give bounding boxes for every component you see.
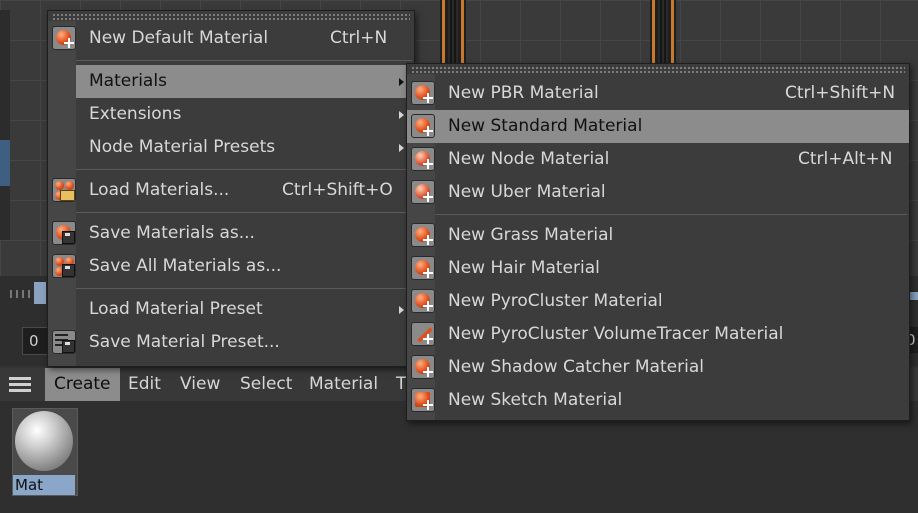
- create-menu: New Default Material Ctrl+N Materials Ex…: [47, 10, 415, 367]
- menu-item-load-materials[interactable]: Load Materials... Ctrl+Shift+O: [48, 174, 414, 207]
- menu-item-label: New Shadow Catcher Material: [448, 357, 704, 377]
- submenu-arrow-icon: [399, 78, 404, 86]
- menu-edit[interactable]: Edit: [119, 368, 170, 401]
- sketch-material-icon: [411, 388, 435, 412]
- submenu-arrow-icon: [399, 144, 404, 152]
- menu-item-label: Save Material Preset...: [89, 332, 280, 352]
- menu-item-label: Node Material Presets: [89, 137, 276, 157]
- left-toolbar: [0, 10, 10, 240]
- menu-separator: [50, 169, 412, 170]
- material-name-label: Mat: [13, 475, 75, 495]
- submenu-arrow-icon: [399, 306, 404, 314]
- menu-item-label: Load Material Preset: [89, 299, 263, 319]
- menu-item-new-grass-material[interactable]: New Grass Material: [407, 219, 909, 252]
- material-preview-sphere: [15, 411, 73, 471]
- uber-material-icon: [411, 180, 435, 204]
- menu-item-node-material-presets[interactable]: Node Material Presets: [48, 131, 414, 164]
- menu-material[interactable]: Material: [300, 368, 387, 401]
- menu-create[interactable]: Create: [45, 368, 120, 401]
- menu-item-save-all-materials-as[interactable]: Save All Materials as...: [48, 250, 414, 283]
- materials-submenu: New PBR Material Ctrl+Shift+N New Standa…: [406, 63, 910, 421]
- save-material-icon: [52, 221, 76, 245]
- menu-tearoff-grip[interactable]: [52, 13, 410, 21]
- menu-view[interactable]: View: [171, 368, 229, 401]
- standard-material-icon: [411, 114, 435, 138]
- menu-item-shortcut: Ctrl+Shift+O: [282, 180, 393, 200]
- menu-item-new-sketch-material[interactable]: New Sketch Material: [407, 384, 909, 417]
- hair-material-icon: [411, 256, 435, 280]
- menu-item-label: New Grass Material: [448, 225, 614, 245]
- menu-item-new-pyrocluster-volumetracer-material[interactable]: New PyroCluster VolumeTracer Material: [407, 318, 909, 351]
- menu-item-materials[interactable]: Materials: [76, 65, 414, 98]
- menu-item-extensions[interactable]: Extensions: [48, 98, 414, 131]
- menu-item-label: Save Materials as...: [89, 223, 255, 243]
- menu-item-label: New PBR Material: [448, 83, 599, 103]
- menu-item-save-materials-as[interactable]: Save Materials as...: [48, 217, 414, 250]
- menu-item-new-node-material[interactable]: New Node Material Ctrl+Alt+N: [407, 143, 909, 176]
- new-material-icon: [52, 26, 76, 50]
- node-material-icon: [411, 147, 435, 171]
- menu-separator: [50, 60, 412, 61]
- model-leg-left: [440, 0, 466, 68]
- menu-item-label: Save All Materials as...: [89, 256, 282, 276]
- menu-item-new-standard-material[interactable]: New Standard Material: [407, 110, 909, 143]
- menu-item-label: New Default Material: [89, 28, 269, 48]
- menu-item-load-material-preset[interactable]: Load Material Preset: [48, 293, 414, 326]
- menu-item-new-hair-material[interactable]: New Hair Material: [407, 252, 909, 285]
- volumetracer-material-icon: [411, 322, 435, 346]
- menu-item-new-pyrocluster-material[interactable]: New PyroCluster Material: [407, 285, 909, 318]
- menu-item-label: New PyroCluster VolumeTracer Material: [448, 324, 784, 344]
- pyrocluster-material-icon: [411, 289, 435, 313]
- menu-select[interactable]: Select: [231, 368, 301, 401]
- shadow-catcher-material-icon: [411, 355, 435, 379]
- menu-item-label: New Uber Material: [448, 182, 606, 202]
- grass-material-icon: [411, 223, 435, 247]
- hamburger-menu-icon[interactable]: [9, 375, 31, 395]
- menu-item-new-pbr-material[interactable]: New PBR Material Ctrl+Shift+N: [407, 77, 909, 110]
- menu-item-label: New Hair Material: [448, 258, 600, 278]
- menu-item-label: New Node Material: [448, 149, 610, 169]
- menu-item-save-material-preset[interactable]: Save Material Preset...: [48, 326, 414, 359]
- menu-tearoff-grip[interactable]: [411, 66, 905, 74]
- material-thumbnail[interactable]: Mat: [12, 408, 78, 496]
- menu-item-label: New PyroCluster Material: [448, 291, 663, 311]
- menu-item-new-shadow-catcher-material[interactable]: New Shadow Catcher Material: [407, 351, 909, 384]
- pbr-material-icon: [411, 81, 435, 105]
- save-all-materials-icon: [52, 254, 76, 278]
- menu-item-shortcut: Ctrl+Alt+N: [798, 149, 893, 169]
- menu-item-label: New Standard Material: [448, 116, 643, 136]
- save-preset-icon: [52, 330, 76, 354]
- menu-item-label: Materials: [89, 71, 167, 91]
- menu-separator: [50, 212, 412, 213]
- menu-item-label: New Sketch Material: [448, 390, 623, 410]
- timeline-playhead[interactable]: [34, 282, 46, 304]
- menu-separator: [409, 214, 907, 215]
- menu-separator: [50, 288, 412, 289]
- load-materials-icon: [52, 178, 76, 202]
- menu-item-shortcut: Ctrl+N: [330, 28, 388, 48]
- menu-item-shortcut: Ctrl+Shift+N: [785, 83, 896, 103]
- menu-item-new-uber-material[interactable]: New Uber Material: [407, 176, 909, 209]
- submenu-arrow-icon: [399, 111, 404, 119]
- model-leg-right: [650, 0, 676, 68]
- menu-item-new-default-material[interactable]: New Default Material Ctrl+N: [48, 22, 414, 55]
- menu-item-label: Load Materials...: [89, 180, 230, 200]
- frame-start-field[interactable]: 0: [22, 327, 48, 355]
- menu-item-label: Extensions: [89, 104, 182, 124]
